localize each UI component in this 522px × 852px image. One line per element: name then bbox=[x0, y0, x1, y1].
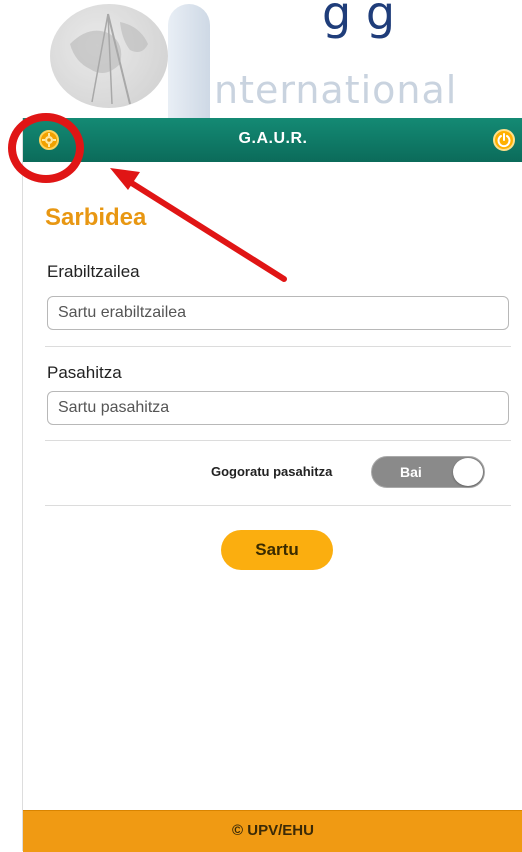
annotation-arrow bbox=[110, 168, 287, 282]
